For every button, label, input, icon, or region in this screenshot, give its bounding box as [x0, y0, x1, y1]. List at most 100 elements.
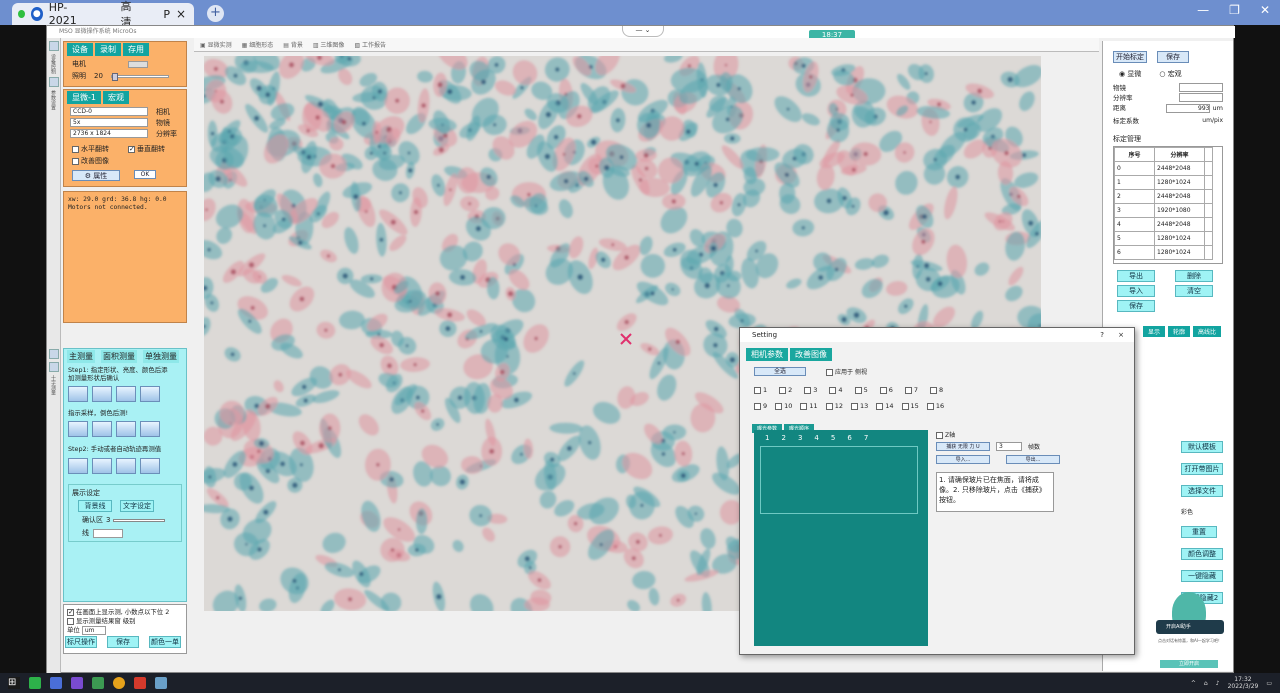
toolbar-item-1[interactable]: ▦ 细胞形态 — [242, 40, 274, 49]
exposure-slot[interactable]: 2 — [778, 434, 788, 442]
tab-area-measure[interactable]: 面积测量 — [101, 350, 137, 363]
tab-macro[interactable]: 宏观 — [102, 91, 129, 104]
calib-resolution-field[interactable] — [1179, 93, 1223, 102]
select-all-button[interactable]: 全选 — [754, 367, 806, 376]
delete-tool-icon[interactable] — [140, 458, 160, 474]
line-tool-icon[interactable] — [140, 386, 160, 402]
light-slider-thumb[interactable] — [111, 72, 118, 81]
calib-save-button[interactable]: 保存 — [1157, 51, 1189, 63]
channel-box[interactable] — [876, 402, 884, 410]
channel-checkbox[interactable]: 7 — [904, 386, 918, 394]
save-icon[interactable] — [50, 677, 62, 689]
light-slider[interactable] — [110, 72, 169, 81]
channel-box[interactable] — [825, 402, 833, 410]
cross-icon[interactable] — [48, 362, 59, 372]
flip-h-check[interactable]: 水平翻转 — [72, 144, 128, 154]
show-result-row[interactable]: 显示测量结果窗 级别 — [67, 616, 183, 625]
auto-check-box[interactable]: ✓ — [67, 608, 74, 616]
select-tool-icon[interactable] — [140, 421, 160, 437]
capture-button[interactable]: 捕获 无限 力 U — [936, 442, 990, 451]
apply-to[interactable]: 应用于 侧视 — [826, 367, 867, 376]
exposure-slot[interactable]: 3 — [795, 434, 805, 442]
channel-box[interactable] — [904, 386, 912, 394]
radio-micro[interactable]: ◉ 显微 — [1119, 69, 1141, 79]
table-row[interactable]: 6 1280*1024 — [1114, 245, 1213, 260]
network-icon[interactable]: ⌂ — [1204, 680, 1208, 687]
toolbar-item-4[interactable]: ▧ 工作报告 — [354, 40, 386, 49]
channel-box[interactable] — [775, 402, 783, 410]
channel-checkbox[interactable]: 11 — [800, 402, 818, 410]
import-button[interactable]: 导入 — [1117, 285, 1155, 297]
circle-tool-icon[interactable] — [92, 386, 112, 402]
chrome-icon[interactable] — [113, 677, 125, 689]
dialog-export-button[interactable]: 导出... — [1006, 455, 1060, 464]
manual-trace-icon[interactable] — [92, 458, 112, 474]
channel-box[interactable] — [804, 386, 812, 394]
table-row[interactable]: 0 2448*2048 — [1114, 161, 1213, 176]
choose-file-button[interactable]: 选择文件 — [1181, 485, 1223, 497]
wps-icon[interactable] — [134, 677, 146, 689]
channel-box[interactable] — [854, 386, 862, 394]
improve-check[interactable]: 改善图像 — [72, 156, 128, 166]
excel-icon[interactable] — [92, 677, 104, 689]
channel-checkbox[interactable]: 12 — [825, 402, 843, 410]
ok-button[interactable]: OK — [134, 170, 156, 179]
table-row[interactable]: 5 1280*1024 — [1114, 231, 1213, 246]
windows-start-icon[interactable]: ⊞ — [8, 677, 20, 689]
fill-tool-icon[interactable] — [116, 421, 136, 437]
start-calibration-button[interactable]: 开始标定 — [1113, 51, 1147, 63]
tab-improve-image[interactable]: 改善图像 — [790, 348, 832, 361]
dialog-close-icon[interactable]: × — [1118, 328, 1124, 342]
dialog-import-button[interactable]: 导入... — [936, 455, 990, 464]
session-dropdown-handle[interactable]: — ⌄ — [622, 26, 664, 37]
channel-box[interactable] — [879, 386, 887, 394]
channel-box[interactable] — [779, 386, 787, 394]
text-settings-button[interactable]: 文字设定 — [120, 500, 154, 512]
channel-checkbox[interactable]: 3 — [804, 386, 817, 394]
tab-main-measure[interactable]: 主测量 — [67, 350, 95, 363]
flip-v-check[interactable]: ✓ 垂直翻转 — [128, 144, 184, 154]
ai-assistant-popup[interactable]: 开启AI助手 点击对话有惊喜，和AI一起学习吧！ 立即开启 — [1156, 592, 1224, 672]
settings-icon[interactable] — [48, 77, 59, 87]
z-axis-box[interactable] — [936, 432, 943, 439]
tab-micro-1[interactable]: 显微-1 — [67, 91, 101, 104]
camera-select[interactable]: CCD-0 — [70, 107, 148, 116]
channel-checkbox[interactable]: 10 — [775, 402, 792, 410]
volume-icon[interactable]: ♪ — [1216, 680, 1220, 687]
count-tool-icon[interactable] — [116, 458, 136, 474]
flip-h-box[interactable] — [72, 145, 79, 153]
auto-trace-icon[interactable] — [68, 458, 88, 474]
close-tab-icon[interactable]: × — [176, 7, 186, 21]
exposure-slot[interactable]: 4 — [811, 434, 821, 442]
tab-contrast[interactable]: 高线比 — [1193, 326, 1222, 337]
tab-camera-params[interactable]: 相机参数 — [746, 348, 788, 361]
table-row[interactable]: 4 2448*2048 — [1114, 217, 1213, 232]
channel-checkbox[interactable]: 1 — [754, 386, 767, 394]
brush-tool-icon[interactable] — [68, 421, 88, 437]
tab-display[interactable]: 显示 — [1143, 326, 1166, 337]
motor-toggle[interactable] — [128, 60, 149, 68]
restore-icon[interactable]: ❐ — [1229, 3, 1240, 17]
calib-distance-field[interactable]: 993 — [1166, 104, 1211, 113]
polygon-tool-icon[interactable] — [68, 386, 88, 402]
default-template-button[interactable]: 默认模板 — [1181, 441, 1223, 453]
eraser-tool-icon[interactable] — [92, 421, 112, 437]
visual-studio-icon[interactable] — [71, 677, 83, 689]
table-row[interactable]: 1 1280*1024 — [1114, 175, 1213, 190]
channel-box[interactable] — [929, 386, 937, 394]
line-select[interactable] — [93, 528, 123, 538]
wechat-icon[interactable] — [29, 677, 41, 689]
exposure-slot[interactable]: 5 — [828, 434, 838, 442]
resolution-select[interactable]: 2736 x 1824 — [70, 129, 148, 138]
channel-box[interactable] — [800, 402, 808, 410]
bg-line-button[interactable]: 背景线 — [78, 500, 112, 512]
apply-to-box[interactable] — [826, 369, 833, 376]
z-axis-check[interactable]: Z轴 — [936, 430, 1128, 439]
auto-check-row[interactable]: ✓ 在画面上显示测, 小数点以下位 2 — [67, 607, 183, 616]
channel-box[interactable] — [829, 386, 837, 394]
channel-box[interactable] — [850, 402, 858, 410]
device-control-icon[interactable] — [48, 41, 59, 51]
channel-checkbox[interactable]: 16 — [926, 402, 944, 410]
tab-device[interactable]: 设备 — [67, 43, 93, 56]
save-measure-button[interactable]: 保存 — [107, 636, 139, 648]
